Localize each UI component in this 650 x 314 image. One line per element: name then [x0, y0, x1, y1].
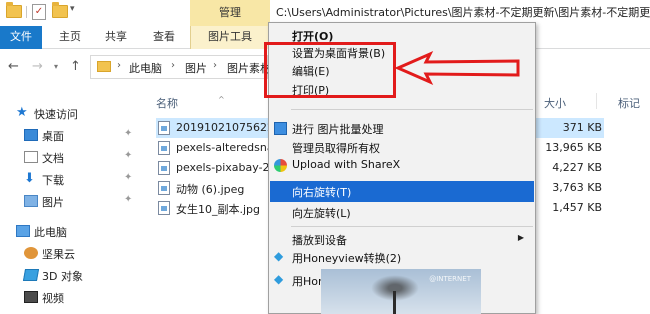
honeyview-icon: ◆ — [274, 249, 284, 263]
forward-arrow-icon[interactable]: → — [32, 59, 43, 74]
tab-view[interactable]: 查看 — [144, 26, 184, 49]
nav-item-label: 桌面 — [42, 130, 64, 143]
menu-item-rotate-left[interactable]: 向左旋转(L) — [270, 202, 534, 223]
nav-item-quick-access[interactable]: ★ 快速访问 — [0, 103, 148, 125]
menu-item-rotate-right[interactable]: 向右旋转(T) — [270, 181, 534, 202]
new-folder-icon[interactable] — [52, 2, 68, 18]
honeyview-icon: ◆ — [274, 272, 284, 286]
nav-item-label: 快速访问 — [34, 108, 78, 121]
pin-icon[interactable]: ✦ — [124, 194, 132, 205]
nav-item-label: 下载 — [42, 174, 64, 187]
address-bar[interactable]: › 此电脑 › 图片 › 图片素材 — [90, 55, 271, 79]
annotation-arrow — [396, 50, 520, 86]
menu-item-label: 管理员取得所有权 — [292, 142, 380, 155]
tab-share[interactable]: 共享 — [96, 26, 136, 49]
pin-icon[interactable]: ✦ — [124, 128, 132, 139]
submenu-arrow-icon: ▶ — [517, 233, 524, 242]
image-file-icon — [158, 201, 170, 215]
nav-item-label: 3D 对象 — [42, 270, 83, 283]
navigation-pane: ★ 快速访问 桌面 ✦ 文档 ✦ ⬇ 下载 ✦ 图片 ✦ 此电脑 坚果云 3D … — [0, 87, 148, 314]
star-icon: ★ — [16, 105, 28, 120]
recent-locations-icon[interactable]: ▾ — [54, 62, 58, 71]
pin-icon[interactable]: ✦ — [124, 150, 132, 161]
nav-item-label: 视频 — [42, 292, 64, 305]
menu-item-label: 播放到设备 — [292, 234, 347, 247]
menu-item-label: 进行 图片批量处理 — [292, 123, 384, 136]
menu-item-upload-sharex[interactable]: Upload with ShareX — [270, 155, 534, 176]
annotation-highlight-box — [264, 42, 396, 98]
pin-icon[interactable]: ✦ — [124, 172, 132, 183]
up-arrow-icon[interactable]: ↑ — [70, 59, 81, 74]
menu-item-label: 向左旋转(L) — [292, 207, 351, 220]
nav-item-videos[interactable]: 视频 — [0, 287, 148, 309]
nav-item-desktop[interactable]: 桌面 ✦ — [0, 125, 148, 147]
computer-icon — [16, 225, 30, 237]
tree-trunk — [393, 291, 396, 314]
file-size: 3,763 KB — [552, 181, 602, 194]
tab-picture-tools[interactable]: 图片工具 — [190, 26, 270, 49]
breadcrumb-separator-icon: › — [171, 60, 175, 71]
menu-item-batch-process[interactable]: 进行 图片批量处理 — [270, 118, 534, 139]
breadcrumb-separator-icon: › — [213, 60, 217, 71]
file-name: pexels-alteredsna — [176, 141, 274, 154]
pictures-icon — [24, 195, 38, 207]
menu-item-label: 向右旋转(T) — [292, 186, 352, 199]
nav-item-label: 图片 — [42, 196, 64, 209]
nav-item-pictures[interactable]: 图片 ✦ — [0, 191, 148, 213]
column-header-tags[interactable]: 标记 — [618, 95, 640, 111]
folder-icon — [97, 61, 111, 72]
column-header-size[interactable]: 大小 — [544, 95, 566, 111]
file-name: 女生10_副本.jpg — [176, 203, 261, 216]
column-divider[interactable] — [596, 93, 597, 109]
nav-item-documents[interactable]: 文档 ✦ — [0, 147, 148, 169]
nav-item-this-pc[interactable]: 此电脑 — [0, 221, 148, 243]
nav-item-3d-objects[interactable]: 3D 对象 — [0, 265, 148, 287]
download-icon: ⬇ — [24, 171, 35, 186]
properties-icon[interactable]: ✓ — [32, 4, 46, 20]
nav-item-label: 坚果云 — [42, 248, 75, 261]
image-file-icon — [158, 181, 170, 195]
back-arrow-icon[interactable]: ← — [8, 59, 19, 74]
file-name: 201910210756227 — [176, 121, 281, 134]
tab-home[interactable]: 主页 — [50, 26, 90, 49]
column-header-name[interactable]: 名称 ^ — [156, 95, 225, 111]
image-file-icon — [158, 141, 170, 155]
image-thumbnail-preview: @INTERNET — [321, 269, 481, 314]
document-icon — [24, 151, 38, 163]
tab-file[interactable]: 文件 — [0, 26, 42, 49]
menu-separator — [291, 226, 533, 227]
sharex-icon — [274, 159, 287, 172]
menu-item-label: 用Honeyview转换(2) — [292, 252, 402, 265]
breadcrumb-this-pc[interactable]: 此电脑 — [129, 60, 162, 76]
file-size: 4,227 KB — [552, 161, 602, 174]
nav-item-nutstore[interactable]: 坚果云 — [0, 243, 148, 265]
menu-separator — [291, 109, 533, 110]
menu-item-label: Upload with ShareX — [292, 158, 401, 171]
image-file-icon — [158, 121, 170, 135]
file-name: 动物 (6).jpeg — [176, 183, 245, 196]
folder-icon — [6, 2, 22, 18]
menu-item-honeyview-convert[interactable]: ◆ 用Honeyview转换(2) — [270, 247, 534, 268]
breadcrumb-pictures[interactable]: 图片 — [185, 60, 207, 76]
tab-manage[interactable]: 管理 — [190, 0, 270, 26]
file-size: 13,965 KB — [545, 141, 602, 154]
3d-objects-icon — [22, 269, 40, 281]
file-size: 1,457 KB — [552, 201, 602, 214]
nutstore-icon — [24, 247, 38, 259]
video-icon — [24, 291, 38, 303]
file-name: pexels-pixabay-2... — [176, 161, 281, 174]
batch-process-icon — [274, 122, 287, 135]
nav-item-label: 此电脑 — [34, 226, 67, 239]
nav-item-downloads[interactable]: ⬇ 下载 ✦ — [0, 169, 148, 191]
customize-toolbar-icon[interactable]: ▾ — [70, 4, 75, 14]
breadcrumb-separator-icon: › — [117, 60, 121, 71]
desktop-icon — [24, 129, 38, 141]
image-file-icon — [158, 161, 170, 175]
sort-ascending-icon: ^ — [218, 95, 225, 104]
nav-item-label: 文档 — [42, 152, 64, 165]
toolbar-divider — [26, 6, 27, 18]
file-size: 371 KB — [562, 121, 602, 134]
watermark-text: @INTERNET — [429, 275, 471, 283]
column-header-label: 名称 — [156, 97, 178, 110]
